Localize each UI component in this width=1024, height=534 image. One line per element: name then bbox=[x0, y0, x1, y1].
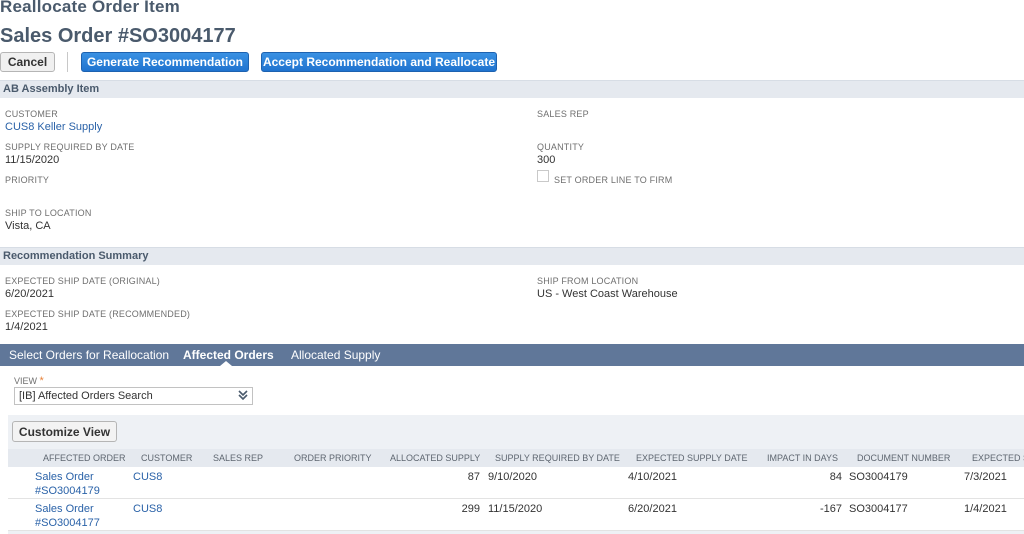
customize-view-button[interactable]: Customize View bbox=[12, 421, 117, 442]
record-title: Sales Order #SO3004177 bbox=[0, 25, 236, 47]
view-select-value: [IB] Affected Orders Search bbox=[19, 390, 153, 402]
required-date-cell: 9/10/2020 bbox=[488, 471, 537, 483]
column-header[interactable]: DOCUMENT NUMBER bbox=[857, 453, 950, 463]
ship-to-label: SHIP TO LOCATION bbox=[5, 208, 92, 218]
expected-ship-original-label: EXPECTED SHIP DATE (ORIGINAL) bbox=[5, 276, 160, 286]
tab-allocated-supply[interactable]: Allocated Supply bbox=[291, 348, 380, 362]
summary-section-header: Recommendation Summary bbox=[0, 247, 1024, 265]
column-header[interactable]: CUSTOMER bbox=[141, 453, 192, 463]
expected-supply-cell: 6/20/2021 bbox=[628, 503, 677, 515]
expected-ship-cell: 1/4/2021 bbox=[964, 503, 1007, 515]
affected-order-link[interactable]: Sales Order bbox=[35, 503, 94, 515]
generate-recommendation-button[interactable]: Generate Recommendation bbox=[81, 52, 249, 72]
subtab-bar: Select Orders for Reallocation Affected … bbox=[0, 344, 1024, 366]
item-section-title: AB Assembly Item bbox=[3, 83, 100, 95]
column-header[interactable]: ALLOCATED SUPPLY bbox=[390, 453, 480, 463]
sales-rep-label: SALES REP bbox=[537, 109, 589, 119]
customer-cell[interactable]: CUS8 bbox=[133, 471, 162, 483]
allocated-supply-cell: 299 bbox=[461, 503, 480, 515]
set-firm-checkbox[interactable] bbox=[537, 170, 549, 182]
column-header[interactable]: AFFECTED ORDER bbox=[43, 453, 126, 463]
table-row: Sales Order #SO3004177 CUS8 299 11/15/20… bbox=[8, 499, 1024, 531]
document-number-cell: SO3004177 bbox=[849, 503, 908, 515]
column-header[interactable]: IMPACT IN DAYS bbox=[767, 453, 838, 463]
table-row: Sales Order #SO3004179 CUS8 87 9/10/2020… bbox=[8, 467, 1024, 499]
affected-order-link-number[interactable]: #SO3004177 bbox=[35, 517, 100, 529]
ship-from-label: SHIP FROM LOCATION bbox=[537, 276, 639, 286]
table-header: AFFECTED ORDER CUSTOMER SALES REP ORDER … bbox=[8, 449, 1024, 467]
summary-section-title: Recommendation Summary bbox=[3, 250, 149, 262]
expected-ship-recommended-value: 1/4/2021 bbox=[5, 321, 48, 333]
ship-from-value: US - West Coast Warehouse bbox=[537, 288, 678, 300]
column-header[interactable]: SUPPLY REQUIRED BY DATE bbox=[495, 453, 620, 463]
expected-ship-cell: 7/3/2021 bbox=[964, 471, 1007, 483]
required-date-cell: 11/15/2020 bbox=[488, 503, 543, 515]
priority-label: PRIORITY bbox=[5, 175, 50, 185]
document-number-cell: SO3004179 bbox=[849, 471, 908, 483]
allocated-supply-cell: 87 bbox=[467, 471, 480, 483]
column-header[interactable]: SALES REP bbox=[213, 453, 263, 463]
customer-link[interactable]: CUS8 Keller Supply bbox=[5, 121, 102, 133]
tab-select-orders[interactable]: Select Orders for Reallocation bbox=[9, 348, 169, 362]
cancel-button[interactable]: Cancel bbox=[0, 52, 55, 72]
accept-reallocate-button[interactable]: Accept Recommendation and Reallocate bbox=[261, 52, 497, 72]
page-title: Reallocate Order Item bbox=[0, 0, 180, 16]
impact-days-cell: -167 bbox=[819, 503, 842, 515]
affected-order-link[interactable]: Sales Order bbox=[35, 471, 94, 483]
quantity-label: QUANTITY bbox=[537, 142, 585, 152]
required-mark: * bbox=[39, 375, 44, 387]
affected-order-link-number[interactable]: #SO3004179 bbox=[35, 485, 100, 497]
column-header[interactable]: ORDER PRIORITY bbox=[294, 453, 372, 463]
customer-label: CUSTOMER bbox=[5, 109, 58, 119]
double-chevron-down-icon[interactable] bbox=[238, 389, 248, 404]
expected-supply-cell: 4/10/2021 bbox=[628, 471, 677, 483]
expected-ship-recommended-label: EXPECTED SHIP DATE (RECOMMENDED) bbox=[5, 309, 191, 319]
item-section-header: AB Assembly Item bbox=[0, 80, 1024, 98]
column-header[interactable]: EXPECTED SUPPLY DATE bbox=[636, 453, 748, 463]
view-select[interactable]: [IB] Affected Orders Search bbox=[14, 387, 253, 405]
view-label: VIEW * bbox=[14, 375, 44, 387]
view-label-text: VIEW bbox=[14, 376, 38, 386]
column-header[interactable]: EXPECTED SU bbox=[972, 453, 1024, 463]
set-firm-label: SET ORDER LINE TO FIRM bbox=[554, 175, 673, 185]
tab-affected-orders[interactable]: Affected Orders bbox=[183, 348, 274, 362]
expected-ship-original-value: 6/20/2021 bbox=[5, 288, 54, 300]
impact-days-cell: 84 bbox=[829, 471, 842, 483]
supply-date-label: SUPPLY REQUIRED BY DATE bbox=[5, 142, 135, 152]
toolbar-divider bbox=[67, 52, 68, 72]
supply-date-value: 11/15/2020 bbox=[5, 154, 60, 166]
customer-cell[interactable]: CUS8 bbox=[133, 503, 162, 515]
ship-to-value: Vista, CA bbox=[5, 220, 51, 232]
active-tab-pointer bbox=[220, 361, 232, 366]
quantity-value: 300 bbox=[537, 154, 556, 166]
